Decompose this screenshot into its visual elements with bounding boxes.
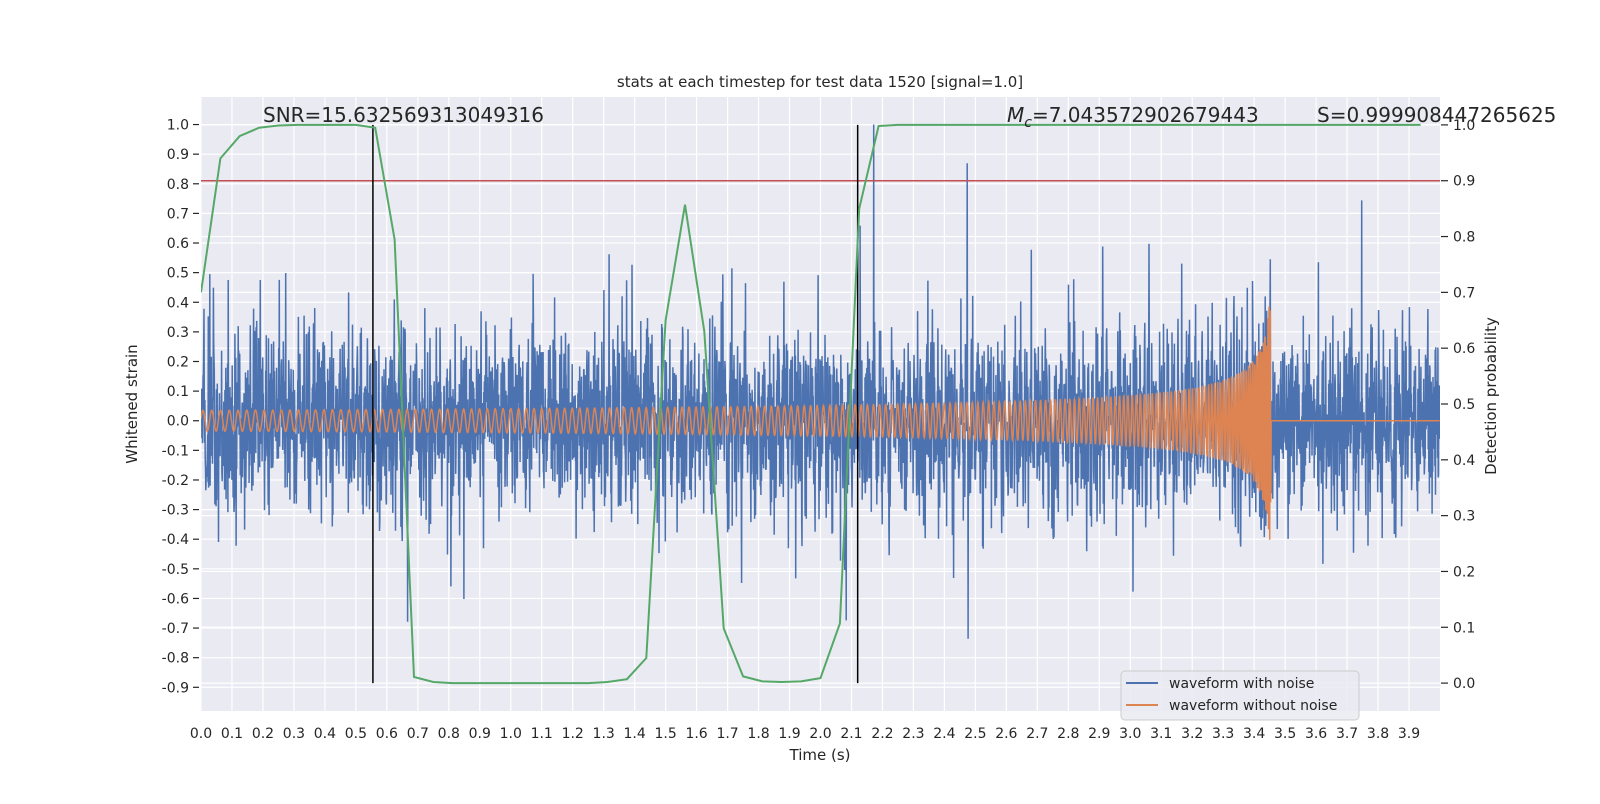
y-left-tick-label: -0.5	[162, 562, 189, 578]
x-tick-label: 1.5	[654, 726, 676, 742]
x-tick-label: 0.4	[314, 726, 336, 742]
x-tick-label: 0.2	[252, 726, 274, 742]
x-tick-label: 0.0	[190, 726, 212, 742]
y-left-tick-label: 0.1	[167, 384, 189, 400]
y-axis-right-label: Detection probability	[1482, 317, 1500, 475]
y-left-tick-label: 0.0	[167, 414, 189, 430]
x-tick-label: 3.4	[1243, 726, 1265, 742]
y-right-tick-label: 0.5	[1453, 397, 1475, 413]
x-tick-label: 2.2	[871, 726, 893, 742]
x-tick-label: 2.9	[1088, 726, 1110, 742]
y-right-tick-label: 0.3	[1453, 509, 1475, 525]
y-axis-left-label: Whitened strain	[123, 344, 141, 463]
x-tick-label: 0.1	[221, 726, 243, 742]
x-tick-label: 2.3	[902, 726, 924, 742]
x-tick-label: 2.5	[964, 726, 986, 742]
x-axis-label: Time (s)	[789, 746, 851, 764]
y-left-tick-label: 0.8	[167, 177, 189, 193]
x-tick-label: 0.3	[283, 726, 305, 742]
x-tick-label: 3.1	[1150, 726, 1172, 742]
x-tick-label: 0.7	[407, 726, 429, 742]
legend-label-clean: waveform without noise	[1169, 698, 1337, 714]
x-tick-label: 1.0	[500, 726, 522, 742]
y-left-tick-label: 0.4	[167, 295, 189, 311]
y-right-tick-label: 0.1	[1453, 620, 1475, 636]
chirp-mass-value: =7.043572902679443	[1032, 103, 1259, 127]
y-left-tick-label: -0.9	[162, 680, 189, 696]
y-right-tick-label: 0.8	[1453, 230, 1475, 246]
y-left-tick-label: 0.5	[167, 266, 189, 282]
snr-annotation: SNR=15.632569313049316	[263, 103, 544, 127]
y-right-tick-label: 0.7	[1453, 285, 1475, 301]
x-tick-label: 2.0	[809, 726, 831, 742]
chart-title: stats at each timestep for test data 152…	[617, 73, 1023, 91]
x-tick-label: 0.6	[376, 726, 398, 742]
x-tick-label: 2.7	[1026, 726, 1048, 742]
y-left-tick-label: -0.4	[162, 532, 189, 548]
legend-label-noisy: waveform with noise	[1169, 676, 1314, 692]
legend: waveform with noise waveform without noi…	[1121, 671, 1359, 720]
x-tick-label: 2.4	[933, 726, 955, 742]
x-tick-label: 2.6	[995, 726, 1017, 742]
chirp-mass-symbol: M	[1007, 103, 1024, 127]
y-left-tick-label: -0.6	[162, 591, 189, 607]
y-left-tick-label: -0.8	[162, 651, 189, 667]
y-right-tick-label: 0.0	[1453, 676, 1475, 692]
x-tick-label: 0.8	[438, 726, 460, 742]
x-tick-label: 1.3	[593, 726, 615, 742]
x-tick-label: 0.5	[345, 726, 367, 742]
y-left-tick-label: -0.7	[162, 621, 189, 637]
y-left-tick-label: 0.9	[167, 147, 189, 163]
x-tick-label: 3.2	[1181, 726, 1203, 742]
x-tick-label: 3.9	[1398, 726, 1420, 742]
y-left-tick-label: 0.2	[167, 354, 189, 370]
x-tick-label: 1.7	[716, 726, 738, 742]
x-tick-label: 2.8	[1057, 726, 1079, 742]
x-tick-label: 3.8	[1367, 726, 1389, 742]
x-tick-label: 2.1	[840, 726, 862, 742]
y-left-tick-label: 0.3	[167, 325, 189, 341]
y-left-tick-label: -0.1	[162, 443, 189, 459]
x-tick-label: 1.4	[624, 726, 646, 742]
x-tick-label: 3.5	[1274, 726, 1296, 742]
y-left-tick-label: 0.6	[167, 236, 189, 252]
x-tick-label: 1.9	[778, 726, 800, 742]
x-tick-label: 3.6	[1305, 726, 1327, 742]
y-right-tick-label: 0.2	[1453, 564, 1475, 580]
x-tick-label: 1.8	[747, 726, 769, 742]
y-left-tick-label: 0.7	[167, 206, 189, 222]
x-tick-label: 3.3	[1212, 726, 1234, 742]
chart: 0.0 0.1 0.2 0.3 0.4 0.5 0.6 0.7 0.8 0.9 1.0 1.1 1.2 1…	[0, 0, 1600, 800]
s-annotation: S=0.999908447265625	[1317, 103, 1556, 127]
x-tick-label: 3.0	[1119, 726, 1141, 742]
x-tick-label: 1.2	[562, 726, 584, 742]
x-tick-label: 1.1	[531, 726, 553, 742]
x-tick-label: 1.6	[685, 726, 707, 742]
x-tick-label: 0.9	[469, 726, 491, 742]
y-left-tick-label: -0.3	[162, 503, 189, 519]
chirp-mass-annotation: Mc=7.043572902679443	[1007, 103, 1259, 131]
y-left-tick-label: -0.2	[162, 473, 189, 489]
y-left-tick-label: 1.0	[167, 118, 189, 134]
x-tick-label: 3.7	[1336, 726, 1358, 742]
y-right-tick-label: 0.6	[1453, 341, 1475, 357]
y-right-tick-label: 0.9	[1453, 174, 1475, 190]
y-right-tick-label: 0.4	[1453, 453, 1475, 469]
